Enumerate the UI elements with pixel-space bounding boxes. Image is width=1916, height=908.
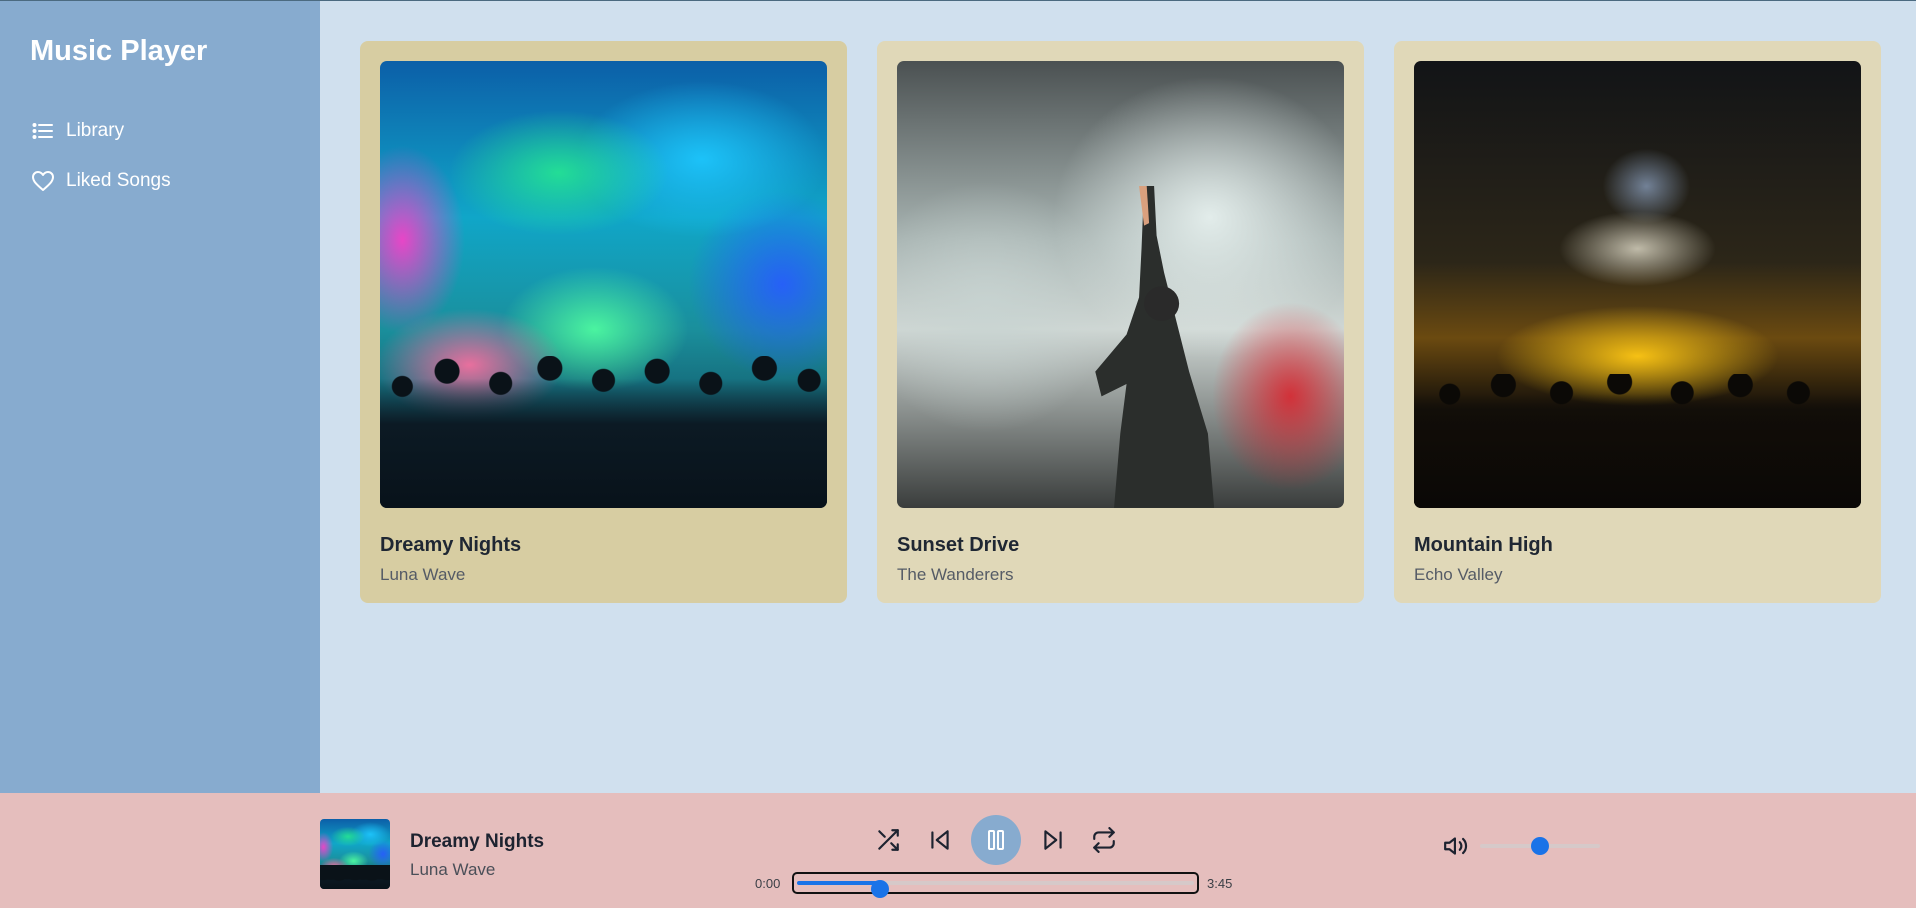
album-title: Dreamy Nights (380, 534, 522, 556)
sidebar-item-label: Liked Songs (66, 170, 171, 191)
progress-fill (797, 881, 881, 885)
now-playing-art (320, 819, 390, 889)
crowd-silhouette (380, 356, 827, 508)
crowd-silhouette (320, 865, 390, 889)
progress-track (797, 880, 1194, 898)
album-title: Mountain High (1414, 534, 1553, 556)
shuffle-button[interactable] (868, 820, 908, 860)
app-title: Music Player (30, 35, 208, 67)
album-artist: Luna Wave (380, 565, 466, 584)
progress-thumb[interactable] (871, 880, 890, 898)
album-art (897, 61, 1344, 508)
now-playing-title: Dreamy Nights (410, 831, 545, 852)
sidebar-item-liked-songs[interactable]: Liked Songs (30, 156, 290, 206)
volume-slider[interactable] (1480, 837, 1600, 855)
pause-button[interactable] (971, 815, 1021, 865)
repeat-button[interactable] (1084, 820, 1124, 860)
repeat-icon (1093, 827, 1115, 853)
album-art (380, 61, 827, 508)
album-card[interactable]: Mountain High Echo Valley (1394, 41, 1881, 603)
current-time: 0:00 (755, 876, 781, 891)
previous-icon (930, 830, 949, 850)
singer-silhouette (1095, 186, 1215, 508)
album-card[interactable]: Dreamy Nights Luna Wave (360, 41, 847, 603)
album-card[interactable]: Sunset Drive The Wanderers (877, 41, 1364, 603)
list-icon (30, 118, 56, 144)
main-content: Dreamy Nights Luna Wave Sunset Drive The… (320, 1, 1916, 793)
album-title: Sunset Drive (897, 534, 1020, 556)
next-button[interactable] (1033, 820, 1073, 860)
pause-icon (988, 830, 1004, 850)
volume-thumb[interactable] (1531, 837, 1549, 855)
shuffle-icon (878, 829, 899, 851)
album-grid: Dreamy Nights Luna Wave Sunset Drive The… (360, 41, 1916, 603)
playback-controls (868, 815, 1124, 865)
sidebar-item-label: Library (66, 120, 125, 141)
player-bar: Dreamy Nights Luna Wave 0:00 3:45 (0, 793, 1916, 908)
album-artist: The Wanderers (897, 565, 1014, 584)
heart-icon (30, 168, 56, 194)
progress-slider[interactable] (792, 872, 1199, 898)
sidebar: Music Player Library Liked Songs (0, 1, 320, 793)
volume-icon[interactable] (1443, 833, 1469, 859)
album-art (1414, 61, 1861, 508)
now-playing-artist: Luna Wave (410, 860, 496, 879)
crowd-silhouette (1414, 373, 1861, 508)
previous-button[interactable] (920, 820, 960, 860)
sidebar-item-library[interactable]: Library (30, 106, 290, 156)
next-icon (1043, 830, 1062, 850)
album-artist: Echo Valley (1414, 565, 1503, 584)
total-time: 3:45 (1207, 876, 1233, 891)
